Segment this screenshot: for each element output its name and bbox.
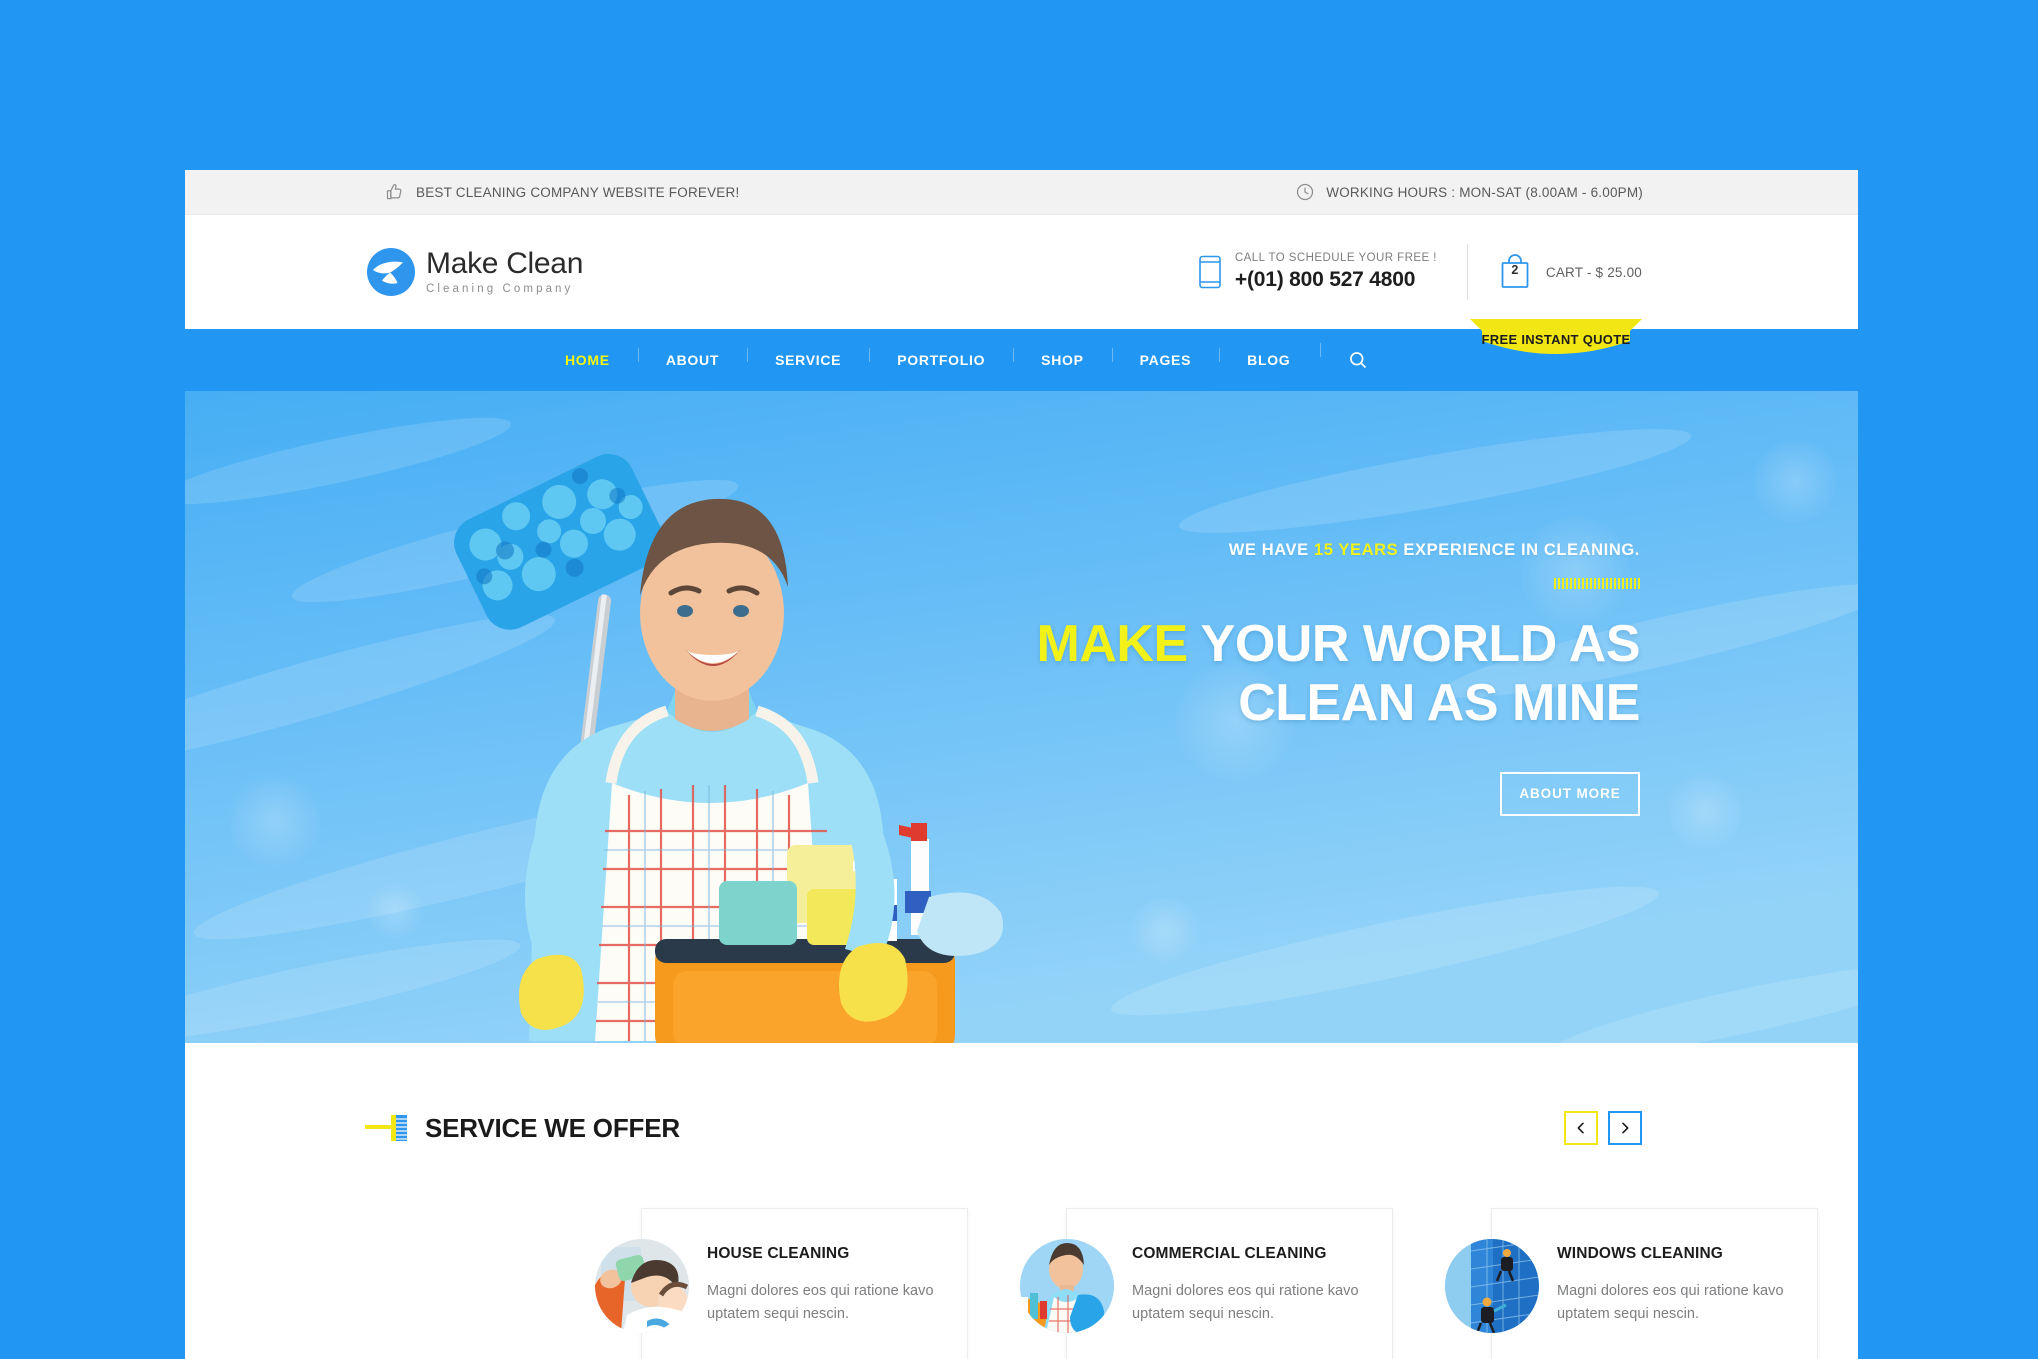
topbar-tagline: BEST CLEANING COMPANY WEBSITE FOREVER! [416, 184, 740, 200]
page-container: BEST CLEANING COMPANY WEBSITE FOREVER! W… [185, 170, 1858, 1359]
service-card-description: Magni dolores eos qui ratione kavo uptat… [1557, 1283, 1784, 1323]
services-section-title: SERVICE WE OFFER [425, 1112, 680, 1143]
service-card-title: HOUSE CLEANING [707, 1245, 850, 1262]
service-card-description: Magni dolores eos qui ratione kavo uptat… [1132, 1283, 1359, 1323]
nav-item-home[interactable]: HOME [537, 353, 638, 367]
thumbs-up-icon [385, 182, 405, 202]
main-navigation: HOME ABOUT SERVICE PORTFOLIO SHOP PAGES … [185, 319, 1858, 391]
service-card-description: Magni dolores eos qui ratione kavo uptat… [707, 1283, 934, 1323]
broom-icon [365, 1111, 411, 1145]
hero-title-highlight: MAKE [1036, 615, 1189, 673]
about-more-button[interactable]: ABOUT MORE [1500, 771, 1640, 816]
hero-cleaner-photo [454, 454, 1003, 1043]
make-clean-logo-icon [365, 246, 417, 298]
site-logo[interactable]: Make Clean Cleaning Company [365, 246, 583, 298]
hero-banner: WE HAVE 15 YEARS EXPERIENCE IN CLEANING.… [185, 391, 1858, 1043]
hero-kicker-post: EXPERIENCE IN CLEANING. [1398, 541, 1640, 559]
house-cleaning-photo [595, 1239, 689, 1333]
hero-kicker-highlight: 15 YEARS [1313, 541, 1399, 559]
service-card-title: WINDOWS CLEANING [1557, 1245, 1723, 1262]
phone-number: +(01) 800 527 4800 [1234, 268, 1416, 291]
cart-item-count: 2 [1511, 263, 1519, 277]
shopping-bag-icon: 2 [1498, 254, 1532, 290]
header-contact-group: CALL TO SCHEDULE YOUR FREE ! +(01) 800 5… [1198, 244, 1642, 300]
service-card[interactable]: WINDOWS CLEANING Magni dolores eos qui r… [1445, 1208, 1818, 1359]
services-section: SERVICE WE OFFER HOUSE CLEANING Magni do… [185, 1111, 1858, 1359]
free-instant-quote-label: FREE INSTANT QUOTE [1481, 332, 1631, 347]
nav-items-list: HOME ABOUT SERVICE PORTFOLIO SHOP PAGES … [537, 343, 1368, 370]
nav-item-service[interactable]: SERVICE [747, 348, 869, 367]
nav-item-blog[interactable]: BLOG [1219, 348, 1318, 367]
site-header: Make Clean Cleaning Company CALL TO SCHE… [185, 215, 1858, 329]
search-icon[interactable] [1320, 343, 1368, 370]
logo-subtitle: Cleaning Company [426, 282, 574, 295]
service-card[interactable]: COMMERCIAL CLEANING Magni dolores eos qu… [1020, 1208, 1393, 1359]
services-card-list: HOUSE CLEANING Magni dolores eos qui rat… [595, 1208, 1858, 1359]
service-card[interactable]: HOUSE CLEANING Magni dolores eos qui rat… [595, 1208, 968, 1359]
clock-icon [1295, 182, 1315, 202]
hero-title-line2: CLEAN AS MINE [1238, 674, 1640, 733]
free-instant-quote-button[interactable]: FREE INSTANT QUOTE [1470, 319, 1642, 363]
nav-item-portfolio[interactable]: PORTFOLIO [869, 348, 1013, 367]
hero-kicker: WE HAVE 15 YEARS EXPERIENCE IN CLEANING. [980, 541, 1640, 560]
commercial-cleaning-photo [1020, 1239, 1114, 1333]
services-header: SERVICE WE OFFER [365, 1111, 1642, 1145]
nav-item-about[interactable]: ABOUT [637, 348, 747, 367]
header-divider [1466, 244, 1468, 300]
header-phone-block[interactable]: CALL TO SCHEDULE YOUR FREE ! +(01) 800 5… [1198, 252, 1437, 292]
carousel-next-button[interactable] [1608, 1111, 1642, 1145]
hero-title-rest: YOUR WORLD AS [1187, 615, 1641, 673]
topbar-tagline-group: BEST CLEANING COMPANY WEBSITE FOREVER! [385, 182, 739, 202]
hero-kicker-pre: WE HAVE [1228, 541, 1314, 559]
topbar-hours-group: WORKING HOURS : MON-SAT (8.00AM - 6.00PM… [1295, 182, 1643, 202]
hero-title: MAKE YOUR WORLD AS CLEAN AS MINE [980, 615, 1641, 734]
logo-name: Make Clean [426, 246, 584, 280]
carousel-prev-button[interactable] [1564, 1111, 1598, 1145]
nav-item-pages[interactable]: PAGES [1111, 348, 1219, 367]
cart-total-label: CART - $ 25.00 [1545, 264, 1642, 280]
hero-copy-block: WE HAVE 15 YEARS EXPERIENCE IN CLEANING.… [980, 541, 1641, 816]
cart-block[interactable]: 2 CART - $ 25.00 [1498, 254, 1642, 290]
top-utility-bar: BEST CLEANING COMPANY WEBSITE FOREVER! W… [185, 170, 1858, 215]
services-carousel-controls [1564, 1111, 1642, 1145]
service-card-title: COMMERCIAL CLEANING [1132, 1245, 1327, 1262]
call-schedule-label: CALL TO SCHEDULE YOUR FREE ! [1234, 252, 1437, 264]
topbar-working-hours: WORKING HOURS : MON-SAT (8.00AM - 6.00PM… [1326, 184, 1643, 200]
windows-cleaning-photo [1445, 1239, 1539, 1333]
hero-divider-dashes [1554, 578, 1640, 589]
mobile-phone-icon [1198, 255, 1222, 289]
nav-item-shop[interactable]: SHOP [1013, 348, 1111, 367]
